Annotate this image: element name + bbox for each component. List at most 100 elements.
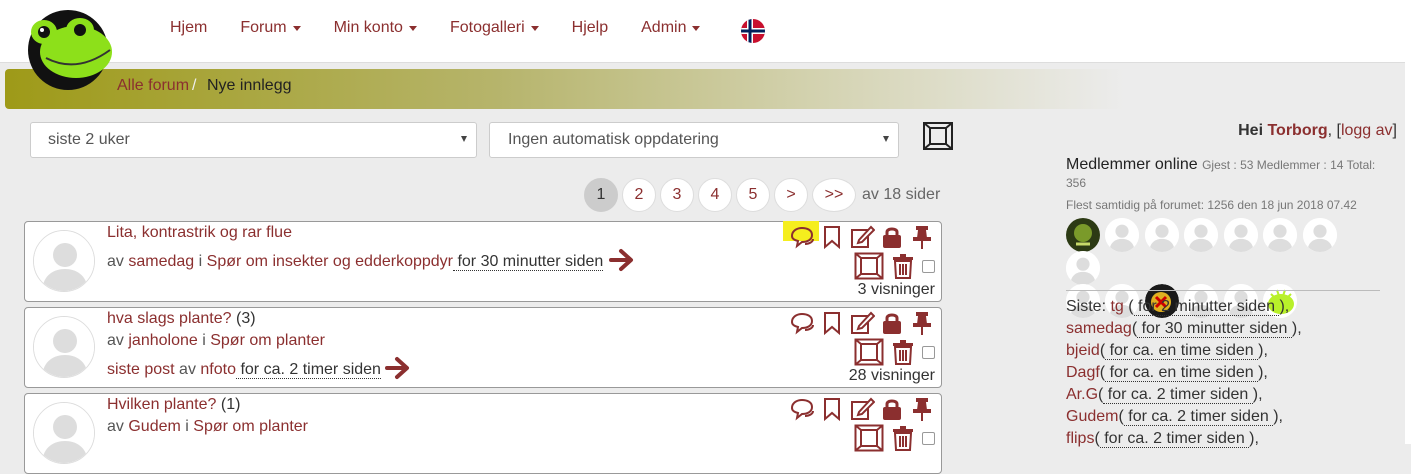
post-title[interactable]: Lita, kontrastrik og rar flue [107, 224, 292, 242]
site-logo[interactable] [22, 4, 116, 92]
post-actions-2 [854, 424, 935, 452]
pin-icon[interactable] [909, 310, 935, 336]
lock-icon[interactable] [879, 396, 905, 422]
member-avatar[interactable] [1105, 218, 1140, 252]
period-select[interactable]: siste 2 uker [30, 122, 477, 158]
trash-icon[interactable] [890, 339, 916, 365]
page-5[interactable]: 5 [736, 178, 770, 212]
bookmark-icon[interactable] [819, 310, 845, 336]
breadcrumb: Alle forum / Nye innlegg [5, 69, 1405, 109]
caret-down-icon [292, 25, 301, 31]
page-1[interactable]: 1 [584, 178, 618, 212]
recent-user[interactable]: Gudem [1066, 408, 1118, 425]
recent-user[interactable]: Dagf [1066, 364, 1100, 381]
page-next[interactable]: > [774, 178, 808, 212]
post-forum[interactable]: Spør om insekter og edderkoppdyr [207, 253, 453, 270]
post-actions-2 [854, 252, 935, 280]
post-title[interactable]: Hvilken plante? [107, 396, 216, 413]
post-actions [789, 310, 935, 336]
refresh-select[interactable]: Ingen automatisk oppdatering [489, 122, 899, 158]
select-checkbox[interactable] [922, 259, 935, 273]
comment-icon[interactable] [789, 310, 815, 336]
page-4[interactable]: 4 [698, 178, 732, 212]
recent-row: Dagf( for ca. en time siden ), [1066, 364, 1268, 382]
post-forum[interactable]: Spør om planter [210, 332, 325, 349]
post-title[interactable]: hva slags plante? [107, 310, 232, 327]
post-title-line: hva slags plante? (3) [107, 310, 256, 328]
post-avatar[interactable] [33, 316, 95, 378]
reply-count: (1) [220, 396, 241, 413]
norway-flag-icon[interactable] [741, 19, 765, 43]
recent-user[interactable]: tg [1110, 298, 1123, 315]
recent-row: samedag( for 30 minutter siden ), [1066, 320, 1302, 338]
caret-down-icon [530, 25, 539, 31]
recent-user[interactable]: flips [1066, 430, 1094, 447]
nav-item-min-konto[interactable]: Min konto [334, 19, 417, 37]
recent-time: for ca. 2 timer siden [1103, 386, 1253, 404]
post-in: i [202, 332, 206, 349]
bookmark-icon[interactable] [819, 396, 845, 422]
lock-icon[interactable] [879, 224, 905, 250]
edit-icon[interactable] [849, 396, 875, 422]
edit-icon[interactable] [849, 310, 875, 336]
post-by: av [107, 332, 124, 349]
logout-link[interactable]: logg av [1341, 122, 1393, 139]
go-to-post-arrow-icon[interactable] [609, 247, 635, 273]
edit-icon[interactable] [849, 224, 875, 250]
lock-icon[interactable] [879, 310, 905, 336]
breadcrumb-all-forums[interactable]: Alle forum [117, 77, 189, 95]
greeting-text: Hei [1238, 122, 1264, 139]
pin-icon[interactable] [909, 396, 935, 422]
pagination: 1 2 3 4 5 > >> av 18 sider [584, 178, 940, 212]
scrollbar-track[interactable] [1405, 0, 1411, 444]
recent-user[interactable]: Ar.G [1066, 386, 1098, 403]
user-greeting: Hei Torborg, [logg av] [1238, 122, 1397, 139]
page-2[interactable]: 2 [622, 178, 656, 212]
member-avatar[interactable] [1184, 218, 1219, 252]
last-post-author[interactable]: nfoto [200, 361, 236, 378]
period-select-value: siste 2 uker [48, 131, 130, 148]
member-avatar[interactable] [1223, 218, 1258, 252]
expand-post-icon[interactable] [854, 338, 884, 366]
post-author[interactable]: janholone [128, 332, 197, 349]
post-time: for 30 minutter siden [453, 253, 604, 271]
post-avatar[interactable] [33, 230, 95, 292]
nav-item-forum[interactable]: Forum [240, 19, 301, 37]
member-avatar[interactable] [1263, 218, 1298, 252]
member-avatar[interactable] [1302, 218, 1337, 252]
post-avatar[interactable] [33, 402, 95, 464]
user-name-link[interactable]: Torborg [1267, 122, 1327, 139]
nav-item-hjelp[interactable]: Hjelp [572, 19, 608, 37]
recent-time: for ca. 2 timer siden [1123, 408, 1274, 426]
member-avatar[interactable] [1066, 251, 1100, 285]
last-post-link[interactable]: siste post [107, 361, 175, 378]
expand-post-icon[interactable] [854, 424, 884, 452]
select-checkbox[interactable] [922, 431, 935, 445]
post-actions-2 [854, 338, 935, 366]
post-forum[interactable]: Spør om planter [193, 418, 308, 435]
post-author[interactable]: Gudem [128, 418, 180, 435]
trash-icon[interactable] [890, 253, 916, 279]
nav-item-hjem[interactable]: Hjem [170, 19, 207, 37]
page-3[interactable]: 3 [660, 178, 694, 212]
select-checkbox[interactable] [922, 345, 935, 359]
page-last[interactable]: >> [812, 178, 856, 212]
pin-icon[interactable] [909, 224, 935, 250]
nav-item-fotogalleri[interactable]: Fotogalleri [450, 19, 539, 37]
nav-item-admin[interactable]: Admin [641, 19, 701, 37]
view-count: 3 visninger [857, 281, 935, 298]
post-author[interactable]: samedag [128, 253, 194, 270]
recent-user[interactable]: samedag [1066, 320, 1132, 337]
post-by: av [107, 418, 124, 435]
member-avatar[interactable] [1066, 218, 1100, 252]
expand-all-icon[interactable] [922, 121, 954, 151]
bookmark-icon[interactable] [819, 224, 845, 250]
recent-user[interactable]: bjeid [1066, 342, 1100, 359]
member-avatar[interactable] [1144, 218, 1179, 252]
expand-post-icon[interactable] [854, 252, 884, 280]
go-to-post-arrow-icon[interactable] [385, 355, 411, 381]
trash-icon[interactable] [890, 425, 916, 451]
comment-icon[interactable] [789, 224, 815, 250]
comment-icon[interactable] [789, 396, 815, 422]
recent-row: bjeid( for ca. en time siden ), [1066, 342, 1268, 360]
